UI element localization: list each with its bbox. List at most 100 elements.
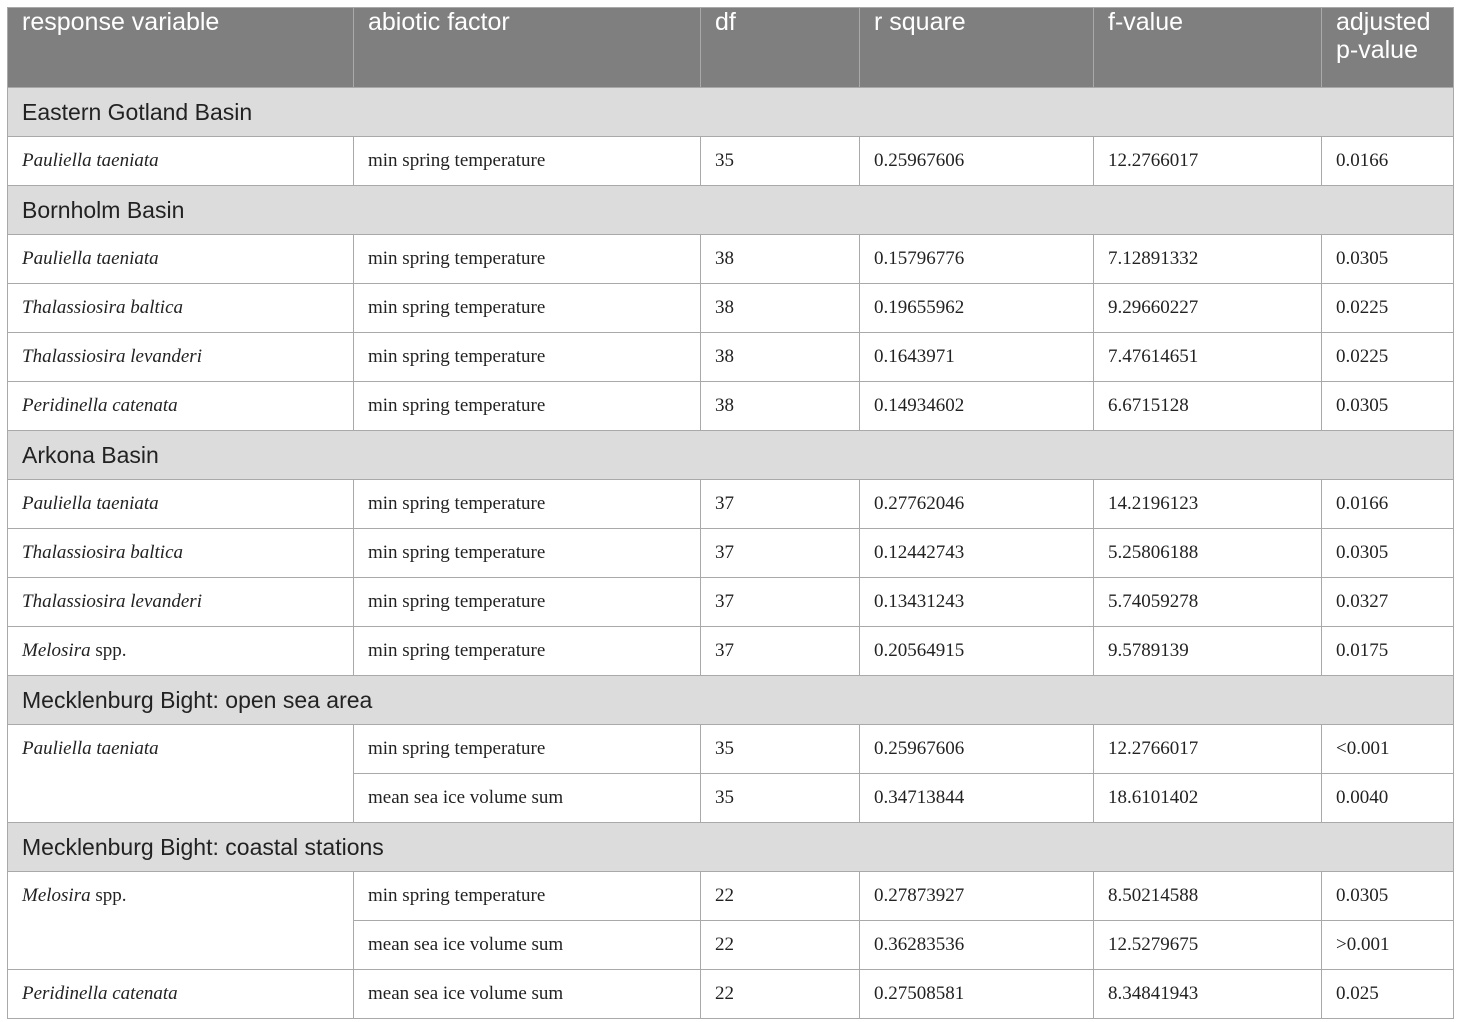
cell-r-square: 0.27873927 [859,871,1094,921]
cell-response-variable: Peridinella catenata [7,969,354,1019]
species-suffix: spp. [90,640,127,661]
section-title: Bornholm Basin [7,185,1454,235]
species-name: Thalassiosira baltica [22,542,183,563]
cell-df: 38 [700,381,860,431]
cell-abiotic-factor: min spring temperature [353,479,701,529]
species-name: Peridinella catenata [22,395,178,416]
cell-response-variable: Pauliella taeniata [7,724,354,823]
section-row: Mecklenburg Bight: coastal stations [7,822,1454,872]
cell-df: 35 [700,773,860,823]
cell-response-variable: Thalassiosira levanderi [7,577,354,627]
cell-r-square: 0.36283536 [859,920,1094,970]
cell-f-value: 5.25806188 [1093,528,1322,578]
cell-r-square: 0.14934602 [859,381,1094,431]
species-name: Thalassiosira levanderi [22,346,202,367]
cell-f-value: 6.6715128 [1093,381,1322,431]
cell-abiotic-factor: mean sea ice volume sum [353,920,701,970]
cell-adjusted-p-value: 0.0305 [1321,381,1454,431]
species-name: Pauliella taeniata [22,738,159,759]
cell-abiotic-factor: min spring temperature [353,528,701,578]
table-row: Pauliella taeniata min spring temperature… [7,234,1454,284]
cell-abiotic-factor: min spring temperature [353,381,701,431]
species-name: Thalassiosira baltica [22,297,183,318]
table-row: Pauliella taeniata min spring temperature… [7,724,1454,823]
table-row: Pauliella taeniata min spring temperature… [7,136,1454,186]
cell-adjusted-p-value: 0.0175 [1321,626,1454,676]
cell-f-value: 8.50214588 [1093,871,1322,921]
header-adjusted-line2: p-value [1336,36,1418,64]
cell-adjusted-p-value: 0.0166 [1321,136,1454,186]
species-name: Melosira [22,640,91,661]
cell-abiotic-factor: min spring temperature [353,724,701,774]
cell-r-square: 0.19655962 [859,283,1094,333]
header-row: response variable abiotic factor df r sq… [7,7,1454,88]
cell-df: 22 [700,920,860,970]
section-row: Arkona Basin [7,430,1454,480]
header-df: df [700,7,860,88]
cell-df: 37 [700,479,860,529]
section-title: Eastern Gotland Basin [7,87,1454,137]
cell-df: 37 [700,577,860,627]
cell-abiotic-factor: min spring temperature [353,283,701,333]
cell-adjusted-p-value: 0.0305 [1321,871,1454,921]
section-row: Bornholm Basin [7,185,1454,235]
header-adjusted-line1: adjusted [1336,8,1431,36]
table-body: Eastern Gotland Basin Pauliella taeniata m… [7,87,1454,1019]
cell-df: 22 [700,969,860,1019]
cell-response-variable: Pauliella taeniata [7,234,354,284]
cell-r-square: 0.27508581 [859,969,1094,1019]
cell-response-variable: Melosira spp. [7,626,354,676]
cell-adjusted-p-value: 0.0305 [1321,528,1454,578]
cell-f-value: 12.2766017 [1093,136,1322,186]
cell-f-value: 7.47614651 [1093,332,1322,382]
table-row: Thalassiosira baltica min spring temperat… [7,283,1454,333]
cell-df: 35 [700,136,860,186]
header-abiotic-factor: abiotic factor [353,7,701,88]
cell-adjusted-p-value: 0.0327 [1321,577,1454,627]
cell-f-value: 18.6101402 [1093,773,1322,823]
cell-abiotic-factor: min spring temperature [353,577,701,627]
cell-adjusted-p-value: 0.0040 [1321,773,1454,823]
cell-f-value: 12.5279675 [1093,920,1322,970]
cell-f-value: 12.2766017 [1093,724,1322,774]
cell-r-square: 0.1643971 [859,332,1094,382]
table-row: Pauliella taeniata min spring temperature… [7,479,1454,529]
cell-abiotic-factor: min spring temperature [353,234,701,284]
cell-f-value: 7.12891332 [1093,234,1322,284]
table-row: Thalassiosira levanderi min spring temper… [7,577,1454,627]
cell-response-variable: Pauliella taeniata [7,136,354,186]
cell-f-value: 14.2196123 [1093,479,1322,529]
cell-df: 38 [700,332,860,382]
cell-r-square: 0.34713844 [859,773,1094,823]
cell-adjusted-p-value: 0.0225 [1321,332,1454,382]
section-row: Mecklenburg Bight: open sea area [7,675,1454,725]
header-adjusted-p-value: adjusted p-value [1321,7,1454,88]
cell-abiotic-factor: min spring temperature [353,871,701,921]
table-row: Thalassiosira baltica min spring temperat… [7,528,1454,578]
cell-abiotic-factor: min spring temperature [353,332,701,382]
table-row: Peridinella catenata min spring temperatu… [7,381,1454,431]
section-row: Eastern Gotland Basin [7,87,1454,137]
cell-r-square: 0.13431243 [859,577,1094,627]
cell-adjusted-p-value: 0.0225 [1321,283,1454,333]
cell-r-square: 0.25967606 [859,136,1094,186]
species-suffix: spp. [90,885,127,906]
header-r-square: r square [859,7,1094,88]
cell-response-variable: Thalassiosira baltica [7,283,354,333]
cell-f-value: 8.34841943 [1093,969,1322,1019]
cell-adjusted-p-value: 0.025 [1321,969,1454,1019]
cell-response-variable: Peridinella catenata [7,381,354,431]
cell-f-value: 9.29660227 [1093,283,1322,333]
cell-r-square: 0.25967606 [859,724,1094,774]
cell-f-value: 5.74059278 [1093,577,1322,627]
cell-abiotic-factor: min spring temperature [353,626,701,676]
header-f-value: f-value [1093,7,1322,88]
cell-r-square: 0.12442743 [859,528,1094,578]
cell-r-square: 0.20564915 [859,626,1094,676]
cell-response-variable: Thalassiosira baltica [7,528,354,578]
species-name: Pauliella taeniata [22,248,159,269]
section-title: Arkona Basin [7,430,1454,480]
cell-r-square: 0.15796776 [859,234,1094,284]
table-row: Thalassiosira levanderi min spring temper… [7,332,1454,382]
species-name: Pauliella taeniata [22,493,159,514]
